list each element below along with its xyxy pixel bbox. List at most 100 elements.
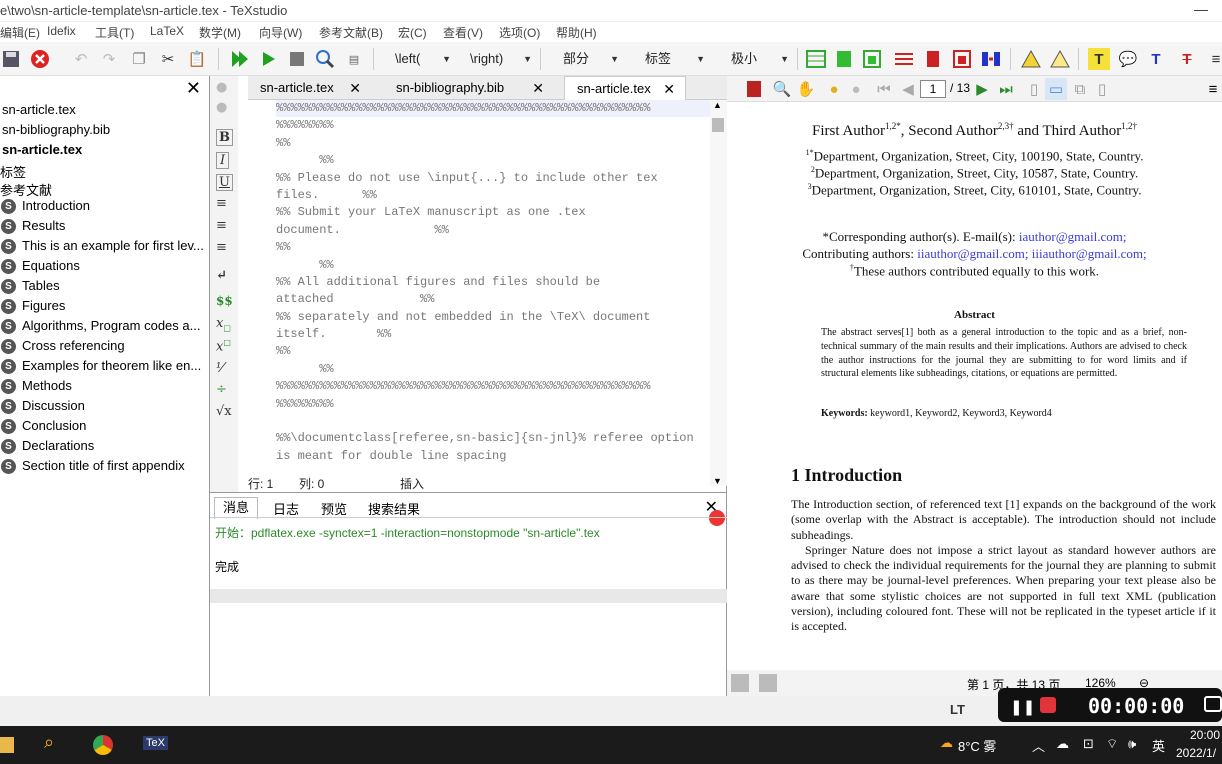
ime-indicator[interactable]: 英 [1152, 736, 1165, 755]
tab-log[interactable]: 日志 [273, 499, 299, 518]
code-line[interactable]: %% [276, 135, 710, 152]
italic-icon[interactable]: I [216, 152, 230, 169]
code-editor[interactable]: %%%%%%%%%%%%%%%%%%%%%%%%%%%%%%%%%%%%%%%%… [276, 100, 710, 472]
scroll-down-icon[interactable]: ▼ [713, 476, 722, 486]
fit-icon[interactable]: ▯ [1091, 78, 1113, 100]
next-page-icon[interactable]: ▶ [971, 78, 993, 100]
close-doc-icon[interactable] [29, 48, 51, 70]
file-explorer-icon[interactable] [0, 737, 14, 753]
sync-lock-icon[interactable] [759, 674, 777, 692]
code-line[interactable]: %% separately and not embedded in the \T… [276, 309, 710, 326]
code-line[interactable]: %% All additional figures and files shou… [276, 274, 710, 291]
camera-icon[interactable] [1204, 696, 1222, 712]
pause-icon[interactable]: ❚❚ [1010, 698, 1035, 716]
warning-next-icon[interactable] [1020, 48, 1042, 70]
tab-search-results[interactable]: 搜索结果 [368, 499, 420, 518]
sidebar-section-declarations[interactable]: S Declarations [0, 437, 208, 457]
first-page-icon[interactable]: ⏮ [873, 78, 895, 100]
bookmark-icon[interactable]: ● [823, 78, 845, 100]
underline-icon[interactable]: U [216, 174, 233, 191]
view-pdf-icon[interactable] [314, 48, 336, 70]
right-paren-dropdown[interactable]: \right) ▼ [470, 49, 532, 69]
chrome-icon[interactable] [93, 735, 113, 755]
tab-preview[interactable]: 预览 [321, 499, 347, 518]
code-line[interactable]: %% [276, 152, 710, 169]
search-icon[interactable]: 🔍 [771, 78, 793, 100]
tray-up-icon[interactable]: ︿ [1032, 736, 1045, 755]
close-icon[interactable]: ✕ [663, 77, 675, 101]
sidebar-section-appendix[interactable]: S Section title of first appendix [0, 457, 208, 477]
menu-wizards[interactable]: 向导(W) [259, 24, 302, 41]
continuous-icon[interactable]: ▭ [1045, 78, 1067, 100]
remove-row-icon[interactable] [951, 48, 973, 70]
table-icon[interactable] [805, 48, 827, 70]
messages-scrollbar[interactable] [210, 589, 727, 603]
sidebar-section-conclusion[interactable]: S Conclusion [0, 417, 208, 437]
sidebar-section-theorem[interactable]: S Examples for theorem like en... [0, 357, 208, 377]
menu-latex[interactable]: LaTeX [150, 24, 184, 38]
code-line[interactable]: document. %% [276, 222, 710, 239]
align-right-icon[interactable]: ≡ [216, 240, 227, 255]
page-input[interactable]: 1 [920, 80, 946, 98]
math-mode-icon[interactable]: $$ [216, 294, 233, 308]
tab-sn-bibliography[interactable]: sn-bibliography.bib ✕ [384, 76, 554, 100]
tab-messages[interactable]: 消息 [214, 497, 259, 519]
viewer-menu-icon[interactable]: ≡ [1202, 78, 1222, 100]
copy-icon[interactable]: ❐ [128, 48, 150, 70]
subscript-icon[interactable]: x□ [216, 316, 231, 333]
hline-icon[interactable] [893, 48, 915, 70]
tab-sn-article-active[interactable]: sn-article.tex ✕ [564, 76, 686, 100]
weather-text[interactable]: 8°C 雾 [958, 736, 996, 755]
sidebar-section-algorithms[interactable]: S Algorithms, Program codes a... [0, 317, 208, 337]
menu-math[interactable]: 数学(M) [199, 24, 241, 41]
pdf-icon[interactable] [743, 78, 765, 100]
tab-sn-article-1[interactable]: sn-article.tex ✕ [248, 76, 371, 100]
scrollbar-thumb[interactable] [712, 118, 724, 132]
redo-icon[interactable]: ↷ [98, 48, 120, 70]
code-line[interactable]: %% [276, 239, 710, 256]
code-line[interactable]: %% [276, 361, 710, 378]
single-page-icon[interactable]: ▯ [1023, 78, 1045, 100]
sidebar-section-results[interactable]: S Results [0, 217, 208, 237]
forward-search-icon[interactable]: ● [845, 78, 867, 100]
code-line[interactable] [276, 413, 710, 430]
left-paren-dropdown[interactable]: \left(▼ [395, 49, 451, 69]
code-line[interactable]: %%%%%%%% [276, 396, 710, 413]
comment-icon[interactable]: 💬 [1117, 48, 1139, 70]
fraction-icon[interactable]: ⅟ [216, 361, 223, 376]
sidebar-section-cross-referencing[interactable]: S Cross referencing [0, 337, 208, 357]
sidebar-section-example[interactable]: S This is an example for first lev... [0, 237, 208, 257]
cloud-icon[interactable]: ☁ [1056, 736, 1069, 752]
search-icon[interactable]: ⌕ [44, 732, 54, 753]
network-icon[interactable]: ⊡ [1083, 736, 1094, 752]
code-line[interactable]: %% [276, 257, 710, 274]
sync-icon[interactable] [731, 674, 749, 692]
align-center-icon[interactable]: ≡ [216, 218, 227, 233]
structure-file-2[interactable]: sn-bibliography.bib [2, 122, 110, 137]
sidebar-section-discussion[interactable]: S Discussion [0, 397, 208, 417]
sidebar-section-methods[interactable]: S Methods [0, 377, 208, 397]
code-line[interactable]: %% Submit your LaTeX manuscript as one .… [276, 204, 710, 221]
code-line[interactable]: %%%%%%%%%%%%%%%%%%%%%%%%%%%%%%%%%%%%%%%%… [276, 100, 710, 118]
structure-labels[interactable]: 标签 [0, 162, 26, 181]
stop-record-icon[interactable] [1040, 697, 1056, 713]
close-icon[interactable]: ✕ [349, 76, 361, 100]
build-view-icon[interactable] [228, 48, 250, 70]
close-icon[interactable]: ✕ [186, 78, 201, 99]
menu-help[interactable]: 帮助(H) [556, 24, 597, 41]
clock-time[interactable]: 20:00 [1190, 728, 1220, 742]
code-line[interactable]: is meant for double line spacing [276, 448, 710, 465]
menu-tools[interactable]: 工具(T) [95, 24, 134, 41]
code-line[interactable]: %%%%%%%% [276, 117, 710, 134]
wifi-icon[interactable]: ⌔ [1106, 736, 1118, 752]
nav-back-icon[interactable]: ● [216, 80, 227, 95]
newline-icon[interactable]: ↵ [216, 268, 227, 283]
hand-icon[interactable]: ✋ [795, 78, 817, 100]
add-column-icon[interactable] [833, 48, 855, 70]
menu-options[interactable]: 选项(O) [499, 24, 540, 41]
code-line[interactable]: %% Please do not use \input{...} to incl… [276, 170, 710, 187]
remove-column-icon[interactable] [922, 48, 944, 70]
stop-compile-icon[interactable] [286, 48, 308, 70]
align-left-icon[interactable]: ≡ [216, 196, 227, 211]
grid-icon[interactable]: ⧉ [1069, 78, 1091, 100]
